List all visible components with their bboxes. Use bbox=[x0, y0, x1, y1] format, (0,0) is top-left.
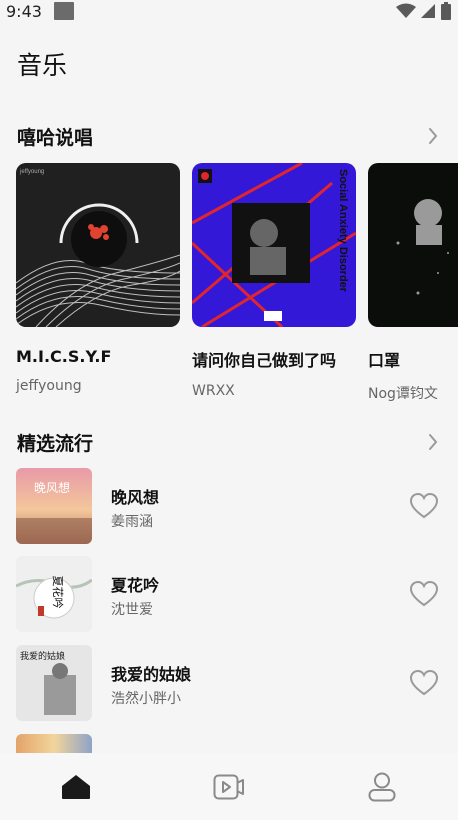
song-cover-text: 我爱的姑娘 bbox=[20, 650, 65, 662]
album-title: M.I.C.S.Y.F bbox=[16, 347, 112, 366]
album-cover[interactable]: jeffyoung bbox=[16, 163, 180, 327]
nav-video[interactable] bbox=[199, 762, 259, 812]
song-cover[interactable]: 我爱的姑娘 bbox=[16, 645, 92, 721]
hiphop-section-header[interactable]: 嘻哈说唱 bbox=[17, 122, 443, 150]
song-cover-text: 晚风想 bbox=[34, 480, 70, 495]
sim-notification-icon bbox=[53, 2, 74, 20]
bottom-nav bbox=[0, 753, 458, 820]
pop-song-list[interactable]: 晚风想 晚风想 姜雨涵 夏花吟 夏花吟 沈世爱 我爱的姑娘 我爱的姑娘 浩然小胖… bbox=[0, 468, 458, 753]
status-bar: 9:43 bbox=[0, 0, 458, 22]
svg-text:jeffyoung: jeffyoung bbox=[19, 169, 44, 175]
song-artist: 浩然小胖小 bbox=[111, 691, 181, 707]
song-artist: 姜雨涵 bbox=[111, 514, 153, 530]
page-title: 音乐 bbox=[17, 51, 68, 80]
profile-icon[interactable] bbox=[368, 772, 396, 802]
home-icon[interactable] bbox=[61, 774, 91, 800]
signal-icon bbox=[421, 4, 435, 18]
video-icon[interactable] bbox=[213, 774, 245, 800]
album-artist: jeffyoung bbox=[16, 378, 82, 394]
song-item[interactable]: 我爱的姑娘 我爱的姑娘 浩然小胖小 bbox=[0, 645, 458, 721]
song-cover-text: 夏花吟 bbox=[51, 576, 65, 609]
status-left: 9:43 bbox=[6, 2, 74, 21]
song-title: 我爱的姑娘 bbox=[111, 665, 192, 684]
song-title: 晚风想 bbox=[111, 488, 160, 507]
chevron-right-icon[interactable] bbox=[423, 432, 443, 452]
album-title: 口罩 bbox=[368, 351, 401, 370]
song-item[interactable] bbox=[0, 734, 458, 753]
album-card[interactable]: jeffyoung M.I.C.S.Y.F jeffyoung bbox=[16, 163, 180, 394]
chevron-right-icon[interactable] bbox=[423, 126, 443, 146]
song-artist: 沈世爱 bbox=[111, 602, 153, 618]
nav-home[interactable] bbox=[46, 762, 106, 812]
pop-section-title: 精选流行 bbox=[17, 432, 94, 455]
album-artist: Nog谭钧文 bbox=[368, 386, 438, 402]
album-cover-text: Social Anxiety Disorder bbox=[337, 169, 349, 293]
heart-outline-icon[interactable] bbox=[409, 580, 439, 608]
song-item[interactable]: 夏花吟 夏花吟 沈世爱 bbox=[0, 556, 458, 632]
battery-icon bbox=[441, 2, 451, 20]
song-cover[interactable]: 夏花吟 bbox=[16, 556, 92, 632]
nav-profile[interactable] bbox=[352, 762, 412, 812]
heart-outline-icon[interactable] bbox=[409, 669, 439, 697]
hiphop-album-row[interactable]: jeffyoung M.I.C.S.Y.F jeffyoung Social A… bbox=[0, 163, 458, 403]
album-card[interactable]: Social Anxiety Disorder 请问你自己做到了吗 WRXX bbox=[192, 163, 356, 399]
wifi-icon bbox=[396, 3, 416, 18]
hiphop-section-title: 嘻哈说唱 bbox=[17, 126, 94, 149]
album-artist: WRXX bbox=[192, 383, 235, 399]
status-time: 9:43 bbox=[6, 1, 42, 21]
album-cover[interactable] bbox=[368, 163, 458, 327]
song-item[interactable]: 晚风想 晚风想 姜雨涵 bbox=[0, 468, 458, 544]
status-right bbox=[396, 2, 452, 20]
album-cover[interactable]: Social Anxiety Disorder bbox=[192, 163, 356, 327]
song-cover[interactable]: 晚风想 bbox=[16, 468, 92, 544]
album-title: 请问你自己做到了吗 bbox=[192, 351, 337, 370]
pop-section-header[interactable]: 精选流行 bbox=[17, 428, 443, 456]
song-cover[interactable] bbox=[16, 734, 92, 753]
album-card[interactable]: 口罩 Nog谭钧文 bbox=[368, 163, 458, 403]
heart-outline-icon[interactable] bbox=[409, 492, 439, 520]
song-title: 夏花吟 bbox=[111, 576, 160, 595]
